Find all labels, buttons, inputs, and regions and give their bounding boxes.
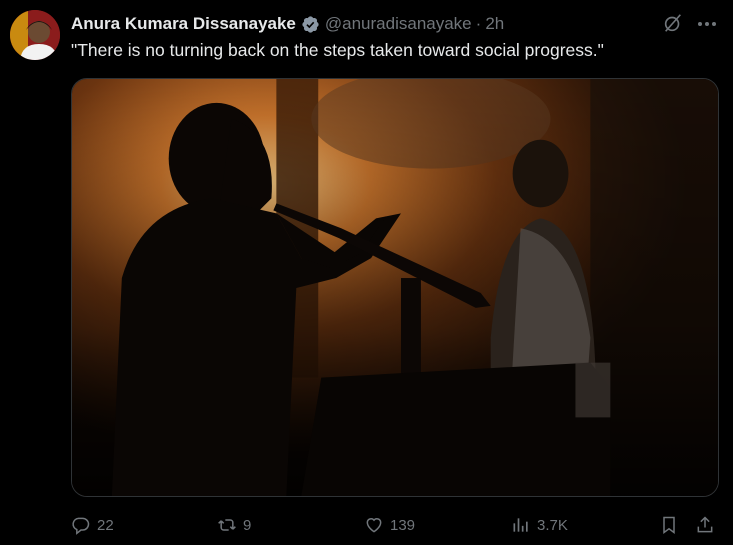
retweet-icon xyxy=(218,519,236,531)
tweet-text: "There is no turning back on the steps t… xyxy=(71,40,604,60)
share-icon xyxy=(697,516,713,533)
retweet-button[interactable]: 9 xyxy=(217,512,251,538)
retweet-count: 9 xyxy=(243,516,252,534)
like-button[interactable]: 139 xyxy=(364,512,415,538)
separator-dot: · xyxy=(475,14,482,33)
bookmark-button[interactable] xyxy=(659,512,679,538)
reply-button[interactable]: 22 xyxy=(71,512,114,538)
reply-count: 22 xyxy=(97,516,114,534)
views-icon xyxy=(513,518,528,532)
author-handle[interactable]: @anuradisanayake xyxy=(325,14,472,34)
views-count: 3.7K xyxy=(537,516,568,534)
avatar[interactable] xyxy=(10,10,60,60)
bookmark-icon xyxy=(663,516,675,534)
tweet-header: Anura Kumara Dissanayake @anuradisanayak… xyxy=(71,12,733,36)
heart-icon xyxy=(366,518,382,533)
views-button[interactable]: 3.7K xyxy=(511,512,568,538)
action-bar: 22 9 139 3.7K xyxy=(71,512,721,538)
tweet-photo[interactable] xyxy=(71,78,719,497)
grok-icon[interactable] xyxy=(662,12,684,34)
verified-badge-icon[interactable] xyxy=(301,15,320,34)
post-time[interactable]: 2h xyxy=(485,14,504,34)
more-icon[interactable] xyxy=(695,12,719,36)
author-name[interactable]: Anura Kumara Dissanayake xyxy=(71,14,296,34)
share-button[interactable] xyxy=(695,512,715,538)
like-count: 139 xyxy=(390,516,416,534)
reply-icon xyxy=(72,517,90,535)
